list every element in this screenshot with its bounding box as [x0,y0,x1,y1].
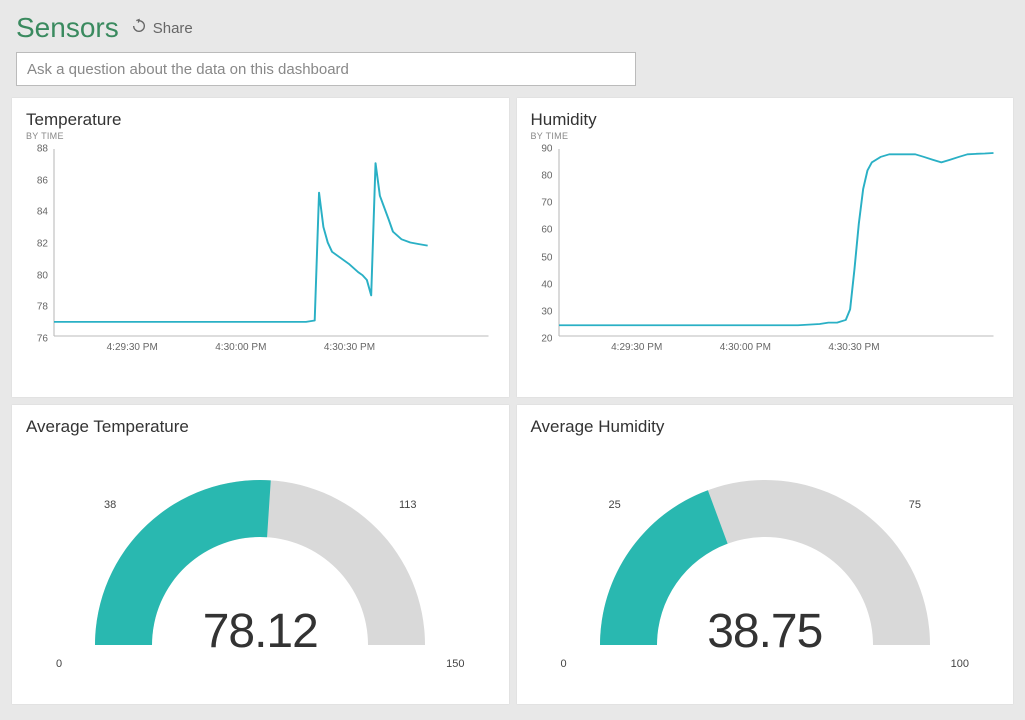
tile-subtitle: BY TIME [26,131,495,141]
temperature-chart: 76 78 80 82 84 86 88 4:29:30 PM 4:30:00 PM 4:30:… [26,145,495,360]
y-tick-label: 50 [541,252,552,263]
tiles-grid: Temperature BY TIME 76 78 80 82 84 86 88 4:29:… [0,98,1025,716]
gauge-q3-label: 75 [909,499,921,511]
tile-title: Average Humidity [531,417,1000,437]
gauge-max-label: 150 [446,658,464,670]
avg-temperature-gauge: 0 150 38 113 78.12 [26,445,495,685]
gauge-value: 78.12 [26,604,495,659]
gauge-min-label: 0 [561,658,567,670]
gauge-min-label: 0 [56,658,62,670]
y-tick-label: 30 [541,306,552,317]
y-tick-label: 20 [541,334,552,345]
share-label: Share [153,20,193,37]
tile-humidity[interactable]: Humidity BY TIME 20 30 40 50 60 70 80 90 4:29:3… [517,98,1014,397]
y-tick-label: 84 [37,207,48,218]
plot-area [559,149,994,336]
y-tick-label: 60 [541,225,552,236]
avg-humidity-gauge: 0 100 25 75 38.75 [531,445,1000,685]
plot-area [54,149,489,336]
y-tick-label: 82 [37,239,48,250]
tile-title: Humidity [531,110,1000,130]
tile-temperature[interactable]: Temperature BY TIME 76 78 80 82 84 86 88 4:29:… [12,98,509,397]
x-axis: 4:29:30 PM 4:30:00 PM 4:30:30 PM [54,342,489,360]
y-axis: 76788082848688 [26,145,52,336]
y-tick-label: 80 [541,171,552,182]
qa-input[interactable] [16,52,636,86]
x-tick-label: 4:30:00 PM [720,342,771,353]
x-tick-label: 4:29:30 PM [611,342,662,353]
tile-subtitle: BY TIME [531,131,1000,141]
x-axis: 4:29:30 PM 4:30:00 PM 4:30:30 PM [559,342,994,360]
gauge-max-label: 100 [951,658,969,670]
y-axis: 2030405060708090 [531,145,557,336]
tile-avg-humidity[interactable]: Average Humidity 0 100 25 75 38.75 [517,405,1014,704]
x-tick-label: 4:30:30 PM [324,342,375,353]
x-tick-label: 4:29:30 PM [107,342,158,353]
tile-avg-temperature[interactable]: Average Temperature 0 150 38 113 78.12 [12,405,509,704]
x-tick-label: 4:30:30 PM [828,342,879,353]
share-icon [131,18,147,38]
y-tick-label: 40 [541,279,552,290]
y-tick-label: 70 [541,198,552,209]
x-tick-label: 4:30:00 PM [215,342,266,353]
qa-bar [16,52,1009,86]
page-title: Sensors [16,12,119,44]
y-tick-label: 76 [37,334,48,345]
gauge-q1-label: 38 [104,499,116,511]
dashboard-header: Sensors Share [0,0,1025,52]
gauge-q1-label: 25 [609,499,621,511]
y-tick-label: 88 [37,144,48,155]
tile-title: Temperature [26,110,495,130]
y-tick-label: 90 [541,144,552,155]
tile-title: Average Temperature [26,417,495,437]
y-tick-label: 80 [37,270,48,281]
y-tick-label: 86 [37,175,48,186]
gauge-value: 38.75 [531,604,1000,659]
share-button[interactable]: Share [131,18,193,38]
humidity-chart: 20 30 40 50 60 70 80 90 4:29:30 PM 4:30:00 PM 4:3… [531,145,1000,360]
y-tick-label: 78 [37,302,48,313]
gauge-q3-label: 113 [399,499,417,511]
